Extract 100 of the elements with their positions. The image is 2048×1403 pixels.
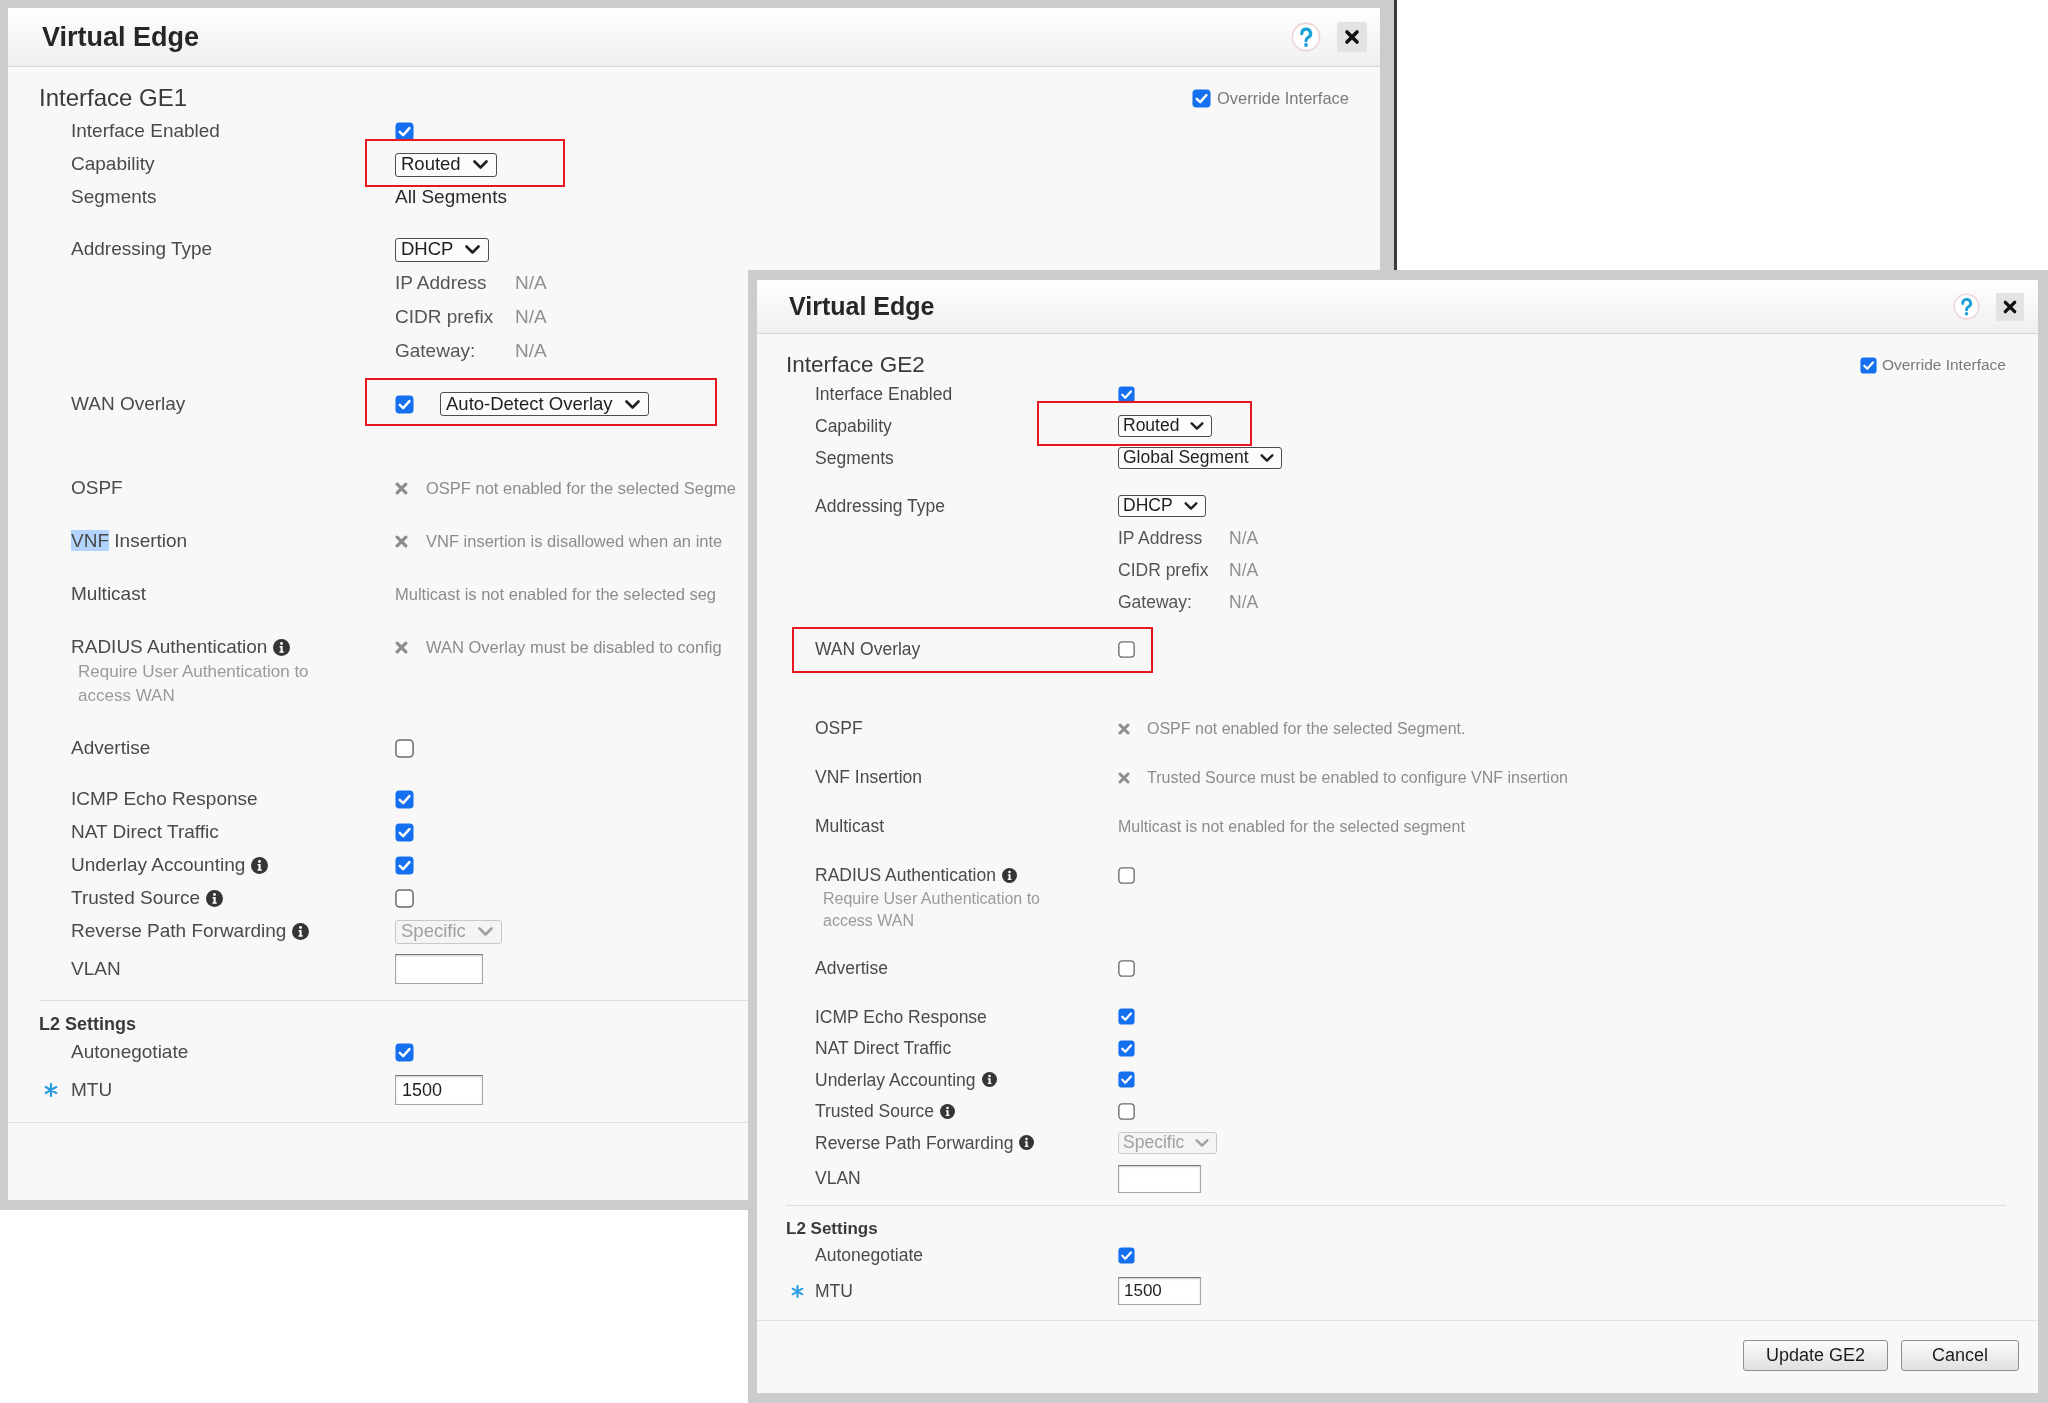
dropdown[interactable]: DHCP <box>395 237 490 262</box>
section-heading: Interface GE2 <box>786 352 925 378</box>
checkbox[interactable] <box>395 122 414 141</box>
field-value: N/A <box>1229 526 1259 550</box>
chevron-down-icon <box>465 245 481 254</box>
field-label: Trusted Source <box>815 1100 934 1124</box>
field-label: CIDR prefix <box>395 304 495 329</box>
field-label: VNF Insertion <box>815 766 922 790</box>
section-heading: Interface GE1 <box>39 83 188 113</box>
status-message: WAN Overlay must be disabled to config <box>426 637 722 659</box>
x-mark-icon <box>1118 771 1130 784</box>
field-label: Advertise <box>71 736 151 761</box>
checkbox[interactable] <box>1118 867 1135 884</box>
checkbox[interactable] <box>1118 1102 1135 1120</box>
checkbox[interactable] <box>1118 1071 1135 1089</box>
checkbox[interactable] <box>395 856 414 875</box>
chevron-down-icon <box>477 927 493 936</box>
dropdown[interactable]: DHCP <box>1118 495 1206 517</box>
dropdown[interactable]: Global Segment <box>1118 447 1282 469</box>
field-value: N/A <box>1229 558 1259 582</box>
chevron-down-icon <box>1195 1138 1210 1147</box>
dropdown[interactable]: Auto-Detect Overlay <box>440 392 649 416</box>
status-message: Trusted Source must be enabled to configure VNF insertion <box>1147 767 1568 788</box>
field-label: IP Address <box>395 270 488 295</box>
field-label: OSPF <box>71 476 123 501</box>
field-label: Segments <box>815 446 894 470</box>
field-label: Advertise <box>815 957 888 981</box>
field-label: Capability <box>71 152 155 177</box>
field-label: Gateway: <box>1118 590 1193 614</box>
checkbox-label: Override Interface <box>1881 355 2006 376</box>
field-label: Autonegotiate <box>815 1244 923 1268</box>
field-label: MTU <box>71 1077 113 1102</box>
chevron-down-icon <box>472 160 488 169</box>
x-mark-icon <box>395 641 408 654</box>
checkbox[interactable] <box>1118 1246 1135 1264</box>
field-label: Interface Enabled <box>815 382 953 406</box>
field-label: Reverse Path Forwarding <box>815 1131 1014 1155</box>
help-icon[interactable] <box>1953 293 1980 320</box>
field-label: Multicast <box>815 815 885 839</box>
close-icon[interactable] <box>1996 292 2024 321</box>
dropdown[interactable]: Routed <box>395 152 497 177</box>
checkbox[interactable] <box>1118 1008 1135 1026</box>
text-field[interactable]: 1500 <box>1118 1277 1201 1305</box>
status-message: Multicast is not enabled for the selected segment <box>1118 816 1465 837</box>
checkbox[interactable] <box>395 823 414 842</box>
field-label: NAT Direct Traffic <box>71 820 219 845</box>
field-value: All Segments <box>395 185 507 210</box>
status-message: Multicast is not enabled for the selected seg <box>395 584 717 606</box>
field-label: Trusted Source <box>71 886 201 911</box>
field-label: Capability <box>815 414 892 438</box>
field-label: Multicast <box>71 582 146 607</box>
field-label: OSPF <box>815 717 863 741</box>
chevron-down-icon <box>624 399 640 409</box>
checkbox[interactable] <box>395 394 414 414</box>
checkbox[interactable] <box>395 889 414 908</box>
field-label: NAT Direct Traffic <box>815 1037 952 1061</box>
field-value: N/A <box>515 270 547 295</box>
field-label: Interface Enabled <box>71 119 220 144</box>
dialog-button[interactable]: Cancel <box>1901 1340 2019 1371</box>
field-label: Underlay Accounting <box>815 1068 976 1092</box>
field-label: ICMP Echo Response <box>71 787 258 812</box>
dialog-title: Virtual Edge <box>789 290 935 322</box>
checkbox[interactable] <box>1118 960 1135 977</box>
field-label: Segments <box>71 185 157 210</box>
field-label: VNF Insertion <box>71 529 188 554</box>
field-label: Underlay Accounting <box>71 853 246 878</box>
checkbox[interactable] <box>1859 356 1877 374</box>
field-label: RADIUS Authentication <box>815 864 996 888</box>
checkbox[interactable] <box>395 739 414 758</box>
field-label: WAN Overlay <box>71 391 186 416</box>
dialog-button[interactable]: Update GE2 <box>1742 1340 1888 1371</box>
hint-text: Require User Authentication to access WAN <box>77 661 310 707</box>
hint-text: Require User Authentication to access WAN <box>822 888 1041 931</box>
chevron-down-icon <box>1183 502 1198 510</box>
text-field[interactable] <box>395 954 483 984</box>
field-label: VLAN <box>815 1167 861 1191</box>
checkbox[interactable] <box>1118 640 1135 658</box>
checkbox-label: Override Interface <box>1216 87 1349 109</box>
x-mark-icon <box>395 535 408 548</box>
checkbox[interactable] <box>1118 1039 1135 1057</box>
checkbox[interactable] <box>395 1043 414 1062</box>
checkbox[interactable] <box>1191 88 1211 108</box>
field-label: IP Address <box>1118 526 1204 550</box>
x-mark-icon <box>395 482 408 495</box>
checkbox[interactable] <box>395 790 414 809</box>
dialog-title: Virtual Edge <box>42 20 200 54</box>
close-icon[interactable] <box>1337 22 1367 52</box>
section-heading: L2 Settings <box>786 1217 878 1240</box>
x-mark-icon <box>1118 722 1130 735</box>
text-field[interactable] <box>1118 1164 1201 1193</box>
field-label: Addressing Type <box>815 494 946 518</box>
dropdown[interactable]: Routed <box>1118 415 1213 437</box>
field-value: N/A <box>1229 590 1259 614</box>
text-field[interactable]: 1500 <box>395 1075 483 1105</box>
help-icon[interactable] <box>1291 22 1321 52</box>
field-label: WAN Overlay <box>815 637 921 661</box>
chevron-down-icon <box>1259 454 1274 462</box>
field-label: ICMP Echo Response <box>815 1005 987 1029</box>
field-label: Addressing Type <box>71 237 213 262</box>
field-label: MTU <box>815 1279 853 1303</box>
